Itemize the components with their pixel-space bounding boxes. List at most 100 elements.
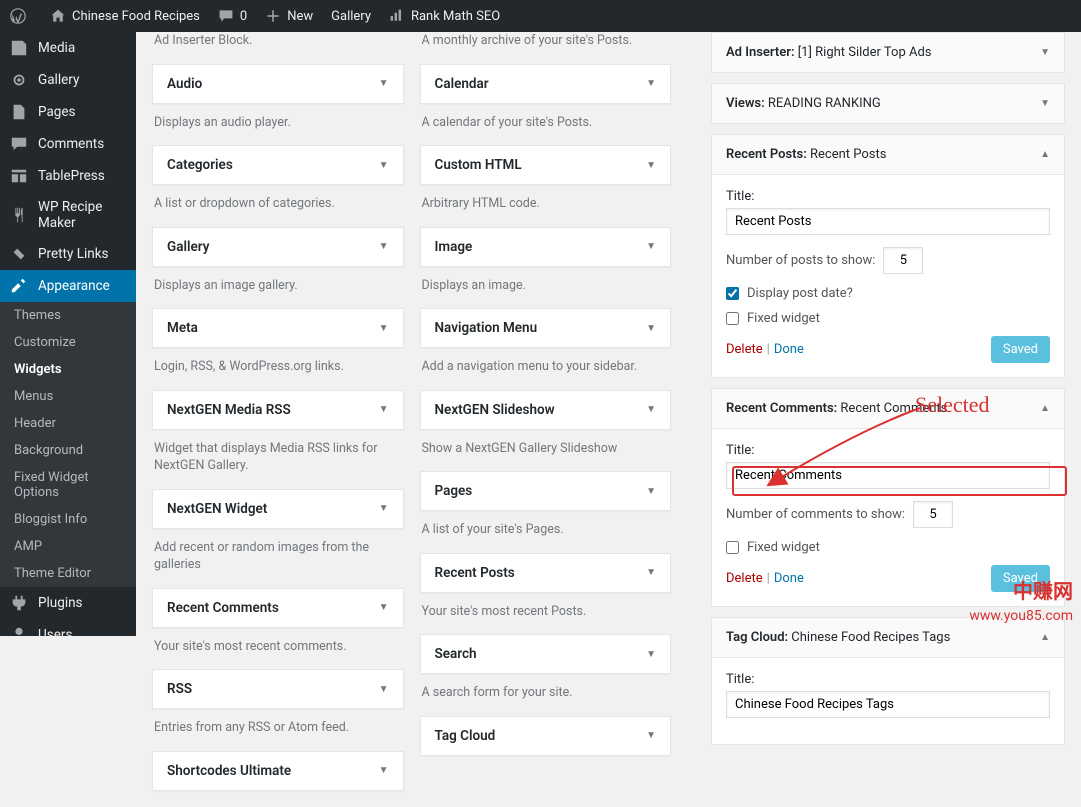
num-label: Number of posts to show: [726, 253, 875, 268]
widget-meta[interactable]: Meta▼ [152, 308, 404, 348]
site-name[interactable]: Chinese Food Recipes [50, 8, 200, 24]
caret-down-icon: ▼ [646, 486, 656, 497]
title-label: Title: [726, 189, 1050, 204]
widget-navigation-menu[interactable]: Navigation Menu ▼ [420, 308, 672, 348]
widget-desc: Displays an audio player. [152, 104, 404, 136]
widget-title: Audio [167, 76, 202, 92]
widget-nextgen-widget[interactable]: NextGEN Widget▼ [152, 489, 404, 529]
widget-desc: Your site's most recent comments. [152, 628, 404, 660]
widget-shortcodes-ultimate[interactable]: Shortcodes Ultimate▼ [152, 751, 404, 791]
menu-gallery[interactable]: Gallery [0, 64, 136, 96]
title-input[interactable] [726, 691, 1050, 718]
delete-link[interactable]: Delete [726, 342, 763, 357]
widget-title: Image [435, 239, 473, 255]
title-label: Title: [726, 672, 1050, 687]
new-content[interactable]: New [265, 8, 313, 24]
sub-header[interactable]: Header [0, 410, 136, 437]
menu-wprecipe[interactable]: WP Recipe Maker [0, 192, 136, 238]
sub-themeeditor[interactable]: Theme Editor [0, 560, 136, 587]
widget-title: Meta [167, 320, 198, 336]
caret-down-icon: ▼ [379, 684, 389, 695]
widget-desc: Displays an image. [420, 267, 672, 299]
panel-recent-posts-header[interactable]: Recent Posts: Recent Posts ▲ [711, 134, 1065, 175]
widget-gallery[interactable]: Gallery▼ [152, 227, 404, 267]
chk-label: Display post date? [747, 286, 853, 301]
sub-customize[interactable]: Customize [0, 329, 136, 356]
sub-menus[interactable]: Menus [0, 383, 136, 410]
caret-down-icon: ▼ [646, 323, 656, 334]
admin-sidebar: Media Gallery Pages Comments TablePress … [0, 32, 136, 636]
admin-bar: Chinese Food Recipes 0 New Gallery Rank … [0, 0, 1081, 32]
panel-recent-comments-body: Title: Number of comments to show: Fixed… [711, 429, 1065, 607]
title-input[interactable] [726, 208, 1050, 235]
delete-link[interactable]: Delete [726, 571, 763, 586]
sub-background[interactable]: Background [0, 437, 136, 464]
sub-widgets[interactable]: Widgets [0, 356, 136, 383]
caret-up-icon: ▲ [1040, 149, 1050, 160]
sub-themes[interactable]: Themes [0, 302, 136, 329]
chk-fixedwidget[interactable] [726, 312, 739, 325]
menu-comments[interactable]: Comments [0, 128, 136, 160]
content-area: Ad Inserter Block. Audio▼Displays an aud… [136, 32, 1081, 807]
chk-label: Fixed widget [747, 540, 820, 555]
widget-tag-cloud[interactable]: Tag Cloud▼ [420, 716, 672, 756]
saved-badge: Saved [991, 336, 1050, 363]
saved-badge: Saved [991, 565, 1050, 592]
menu-tablepress[interactable]: TablePress [0, 160, 136, 192]
widget-search[interactable]: Search▼ [420, 634, 672, 674]
widget-image[interactable]: Image ▼ [420, 227, 672, 267]
widget-desc: Ad Inserter Block. [152, 32, 404, 54]
menu-appearance[interactable]: Appearance [0, 270, 136, 302]
widget-desc: A monthly archive of your site's Posts. [420, 32, 672, 54]
caret-down-icon: ▼ [646, 567, 656, 578]
rankmath-link[interactable]: Rank Math SEO [389, 8, 500, 24]
gallery-link[interactable]: Gallery [331, 9, 371, 24]
sub-bloggist[interactable]: Bloggist Info [0, 506, 136, 533]
done-link[interactable]: Done [774, 342, 804, 357]
widget-rss[interactable]: RSS▼ [152, 669, 404, 709]
panel-ad-inserter[interactable]: Ad Inserter: [1] Right Silder Top Ads ▼ [711, 32, 1065, 73]
caret-down-icon: ▼ [646, 241, 656, 252]
comments-bubble[interactable]: 0 [218, 8, 247, 24]
widget-title: Navigation Menu [435, 320, 538, 336]
widget-recent-posts[interactable]: Recent Posts▼ [420, 553, 672, 593]
chk-fixedwidget[interactable] [726, 541, 739, 554]
available-widgets-col2: A monthly archive of your site's Posts. … [420, 32, 672, 791]
appearance-submenu: Themes Customize Widgets Menus Header Ba… [0, 302, 136, 587]
caret-down-icon: ▼ [379, 602, 389, 613]
menu-prettylinks[interactable]: Pretty Links [0, 238, 136, 270]
widget-custom-html[interactable]: Custom HTML▼ [420, 145, 672, 185]
widget-desc: Add recent or random images from the gal… [152, 529, 404, 578]
sub-amp[interactable]: AMP [0, 533, 136, 560]
widget-pages[interactable]: Pages▼ [420, 471, 672, 511]
menu-pages[interactable]: Pages [0, 96, 136, 128]
chk-label: Fixed widget [747, 311, 820, 326]
wp-logo[interactable] [10, 8, 32, 24]
widget-categories[interactable]: Categories▼ [152, 145, 404, 185]
menu-plugins[interactable]: Plugins [0, 587, 136, 619]
widget-audio[interactable]: Audio▼ [152, 64, 404, 104]
widget-title: Gallery [167, 239, 209, 255]
widget-desc: A list or dropdown of categories. [152, 185, 404, 217]
widget-recent-comments[interactable]: Recent Comments▼ [152, 588, 404, 628]
widget-desc: A search form for your site. [420, 674, 672, 706]
num-input[interactable] [913, 501, 953, 528]
widget-nextgen-media-rss[interactable]: NextGEN Media RSS▼ [152, 390, 404, 430]
done-link[interactable]: Done [774, 571, 804, 586]
panel-views[interactable]: Views: READING RANKING ▼ [711, 83, 1065, 124]
title-input[interactable] [726, 462, 1050, 489]
caret-up-icon: ▲ [1040, 632, 1050, 643]
caret-down-icon: ▼ [379, 160, 389, 171]
widget-desc: Arbitrary HTML code. [420, 185, 672, 217]
num-input[interactable] [883, 247, 923, 274]
widget-nextgen-slideshow[interactable]: NextGEN Slideshow▼ [420, 390, 672, 430]
widget-calendar[interactable]: Calendar▼ [420, 64, 672, 104]
title-label: Title: [726, 443, 1050, 458]
panel-recent-comments-header[interactable]: Recent Comments: Recent Comments ▲ [711, 388, 1065, 429]
widget-desc: Entries from any RSS or Atom feed. [152, 709, 404, 741]
chk-postdate[interactable] [726, 287, 739, 300]
panel-tag-cloud-header[interactable]: Tag Cloud: Chinese Food Recipes Tags ▲ [711, 617, 1065, 658]
sub-fixedwidget[interactable]: Fixed Widget Options [0, 464, 136, 506]
menu-users[interactable]: Users [0, 619, 136, 636]
menu-media[interactable]: Media [0, 32, 136, 64]
